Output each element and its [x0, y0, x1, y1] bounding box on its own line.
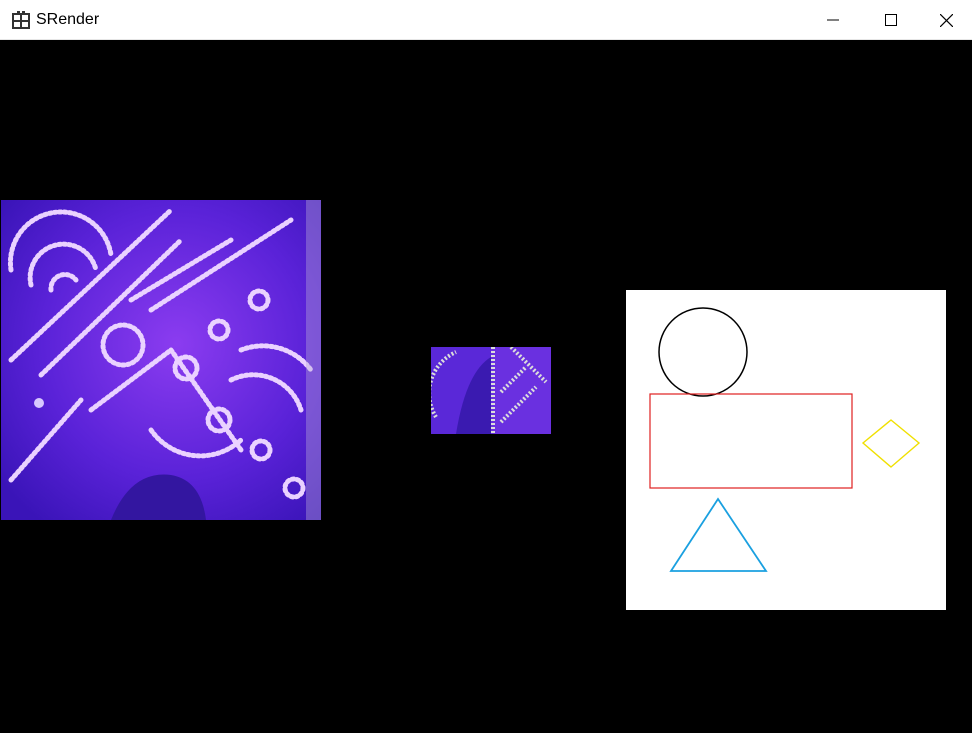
maximize-icon: [885, 14, 897, 26]
shape-panel: [626, 290, 946, 610]
texture-quad-small: [431, 347, 551, 434]
texture-quad-large: [1, 200, 321, 520]
app-grid-icon: [12, 11, 30, 29]
minimize-button[interactable]: [804, 0, 862, 40]
title-bar[interactable]: SRender: [0, 0, 972, 40]
maximize-button[interactable]: [862, 0, 920, 40]
window-title: SRender: [36, 11, 100, 28]
close-button[interactable]: [920, 0, 972, 40]
close-icon: [939, 13, 953, 27]
minimize-icon: [827, 19, 839, 21]
render-canvas[interactable]: [0, 40, 972, 733]
app-window: SRender: [0, 0, 972, 733]
